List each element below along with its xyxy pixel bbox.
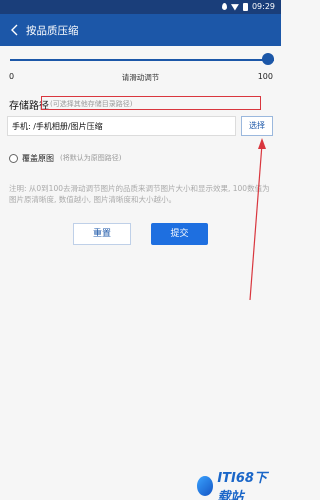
- overwrite-label: 覆盖原图: [22, 153, 54, 163]
- quality-slider[interactable]: [10, 52, 274, 68]
- status-time: 09:29: [251, 2, 275, 11]
- watermark-text: ITI68下载站: [217, 471, 267, 500]
- status-icons: 09:29: [221, 2, 275, 11]
- wifi-icon: [230, 4, 239, 11]
- slider-max-label: 100: [257, 72, 273, 81]
- page-title: 按品质压缩: [26, 25, 79, 37]
- reset-button[interactable]: 重置: [73, 223, 131, 245]
- location-icon: [221, 3, 227, 10]
- overwrite-radio[interactable]: [9, 153, 18, 163]
- storage-path-hint: (可选择其他存储目录路径): [50, 100, 133, 108]
- status-bar: 09:29: [0, 0, 281, 14]
- overwrite-option[interactable]: 覆盖原图 (将默认为原图路径): [9, 152, 121, 164]
- watermark: ITI68下载站: [197, 471, 279, 500]
- select-path-button[interactable]: 选择: [241, 116, 273, 136]
- back-arrow-icon[interactable]: [8, 22, 22, 38]
- slider-hint: 请滑动调节: [121, 73, 160, 82]
- overwrite-hint: (将默认为原图路径): [60, 154, 122, 162]
- storage-path-field[interactable]: 手机: /手机相册/图片压缩: [7, 116, 236, 136]
- submit-button[interactable]: 提交: [151, 223, 208, 245]
- usage-note: 注明: 从0到100去滑动调节图片的品质来调节图片大小和显示效果, 100数值为…: [9, 184, 270, 204]
- slider-track[interactable]: [10, 59, 274, 61]
- watermark-logo-icon: [197, 476, 214, 496]
- app-toolbar: 按品质压缩: [0, 14, 281, 46]
- slider-thumb[interactable]: [262, 53, 274, 65]
- storage-path-value: 手机: /手机相册/图片压缩: [12, 122, 103, 131]
- battery-icon: [242, 2, 248, 11]
